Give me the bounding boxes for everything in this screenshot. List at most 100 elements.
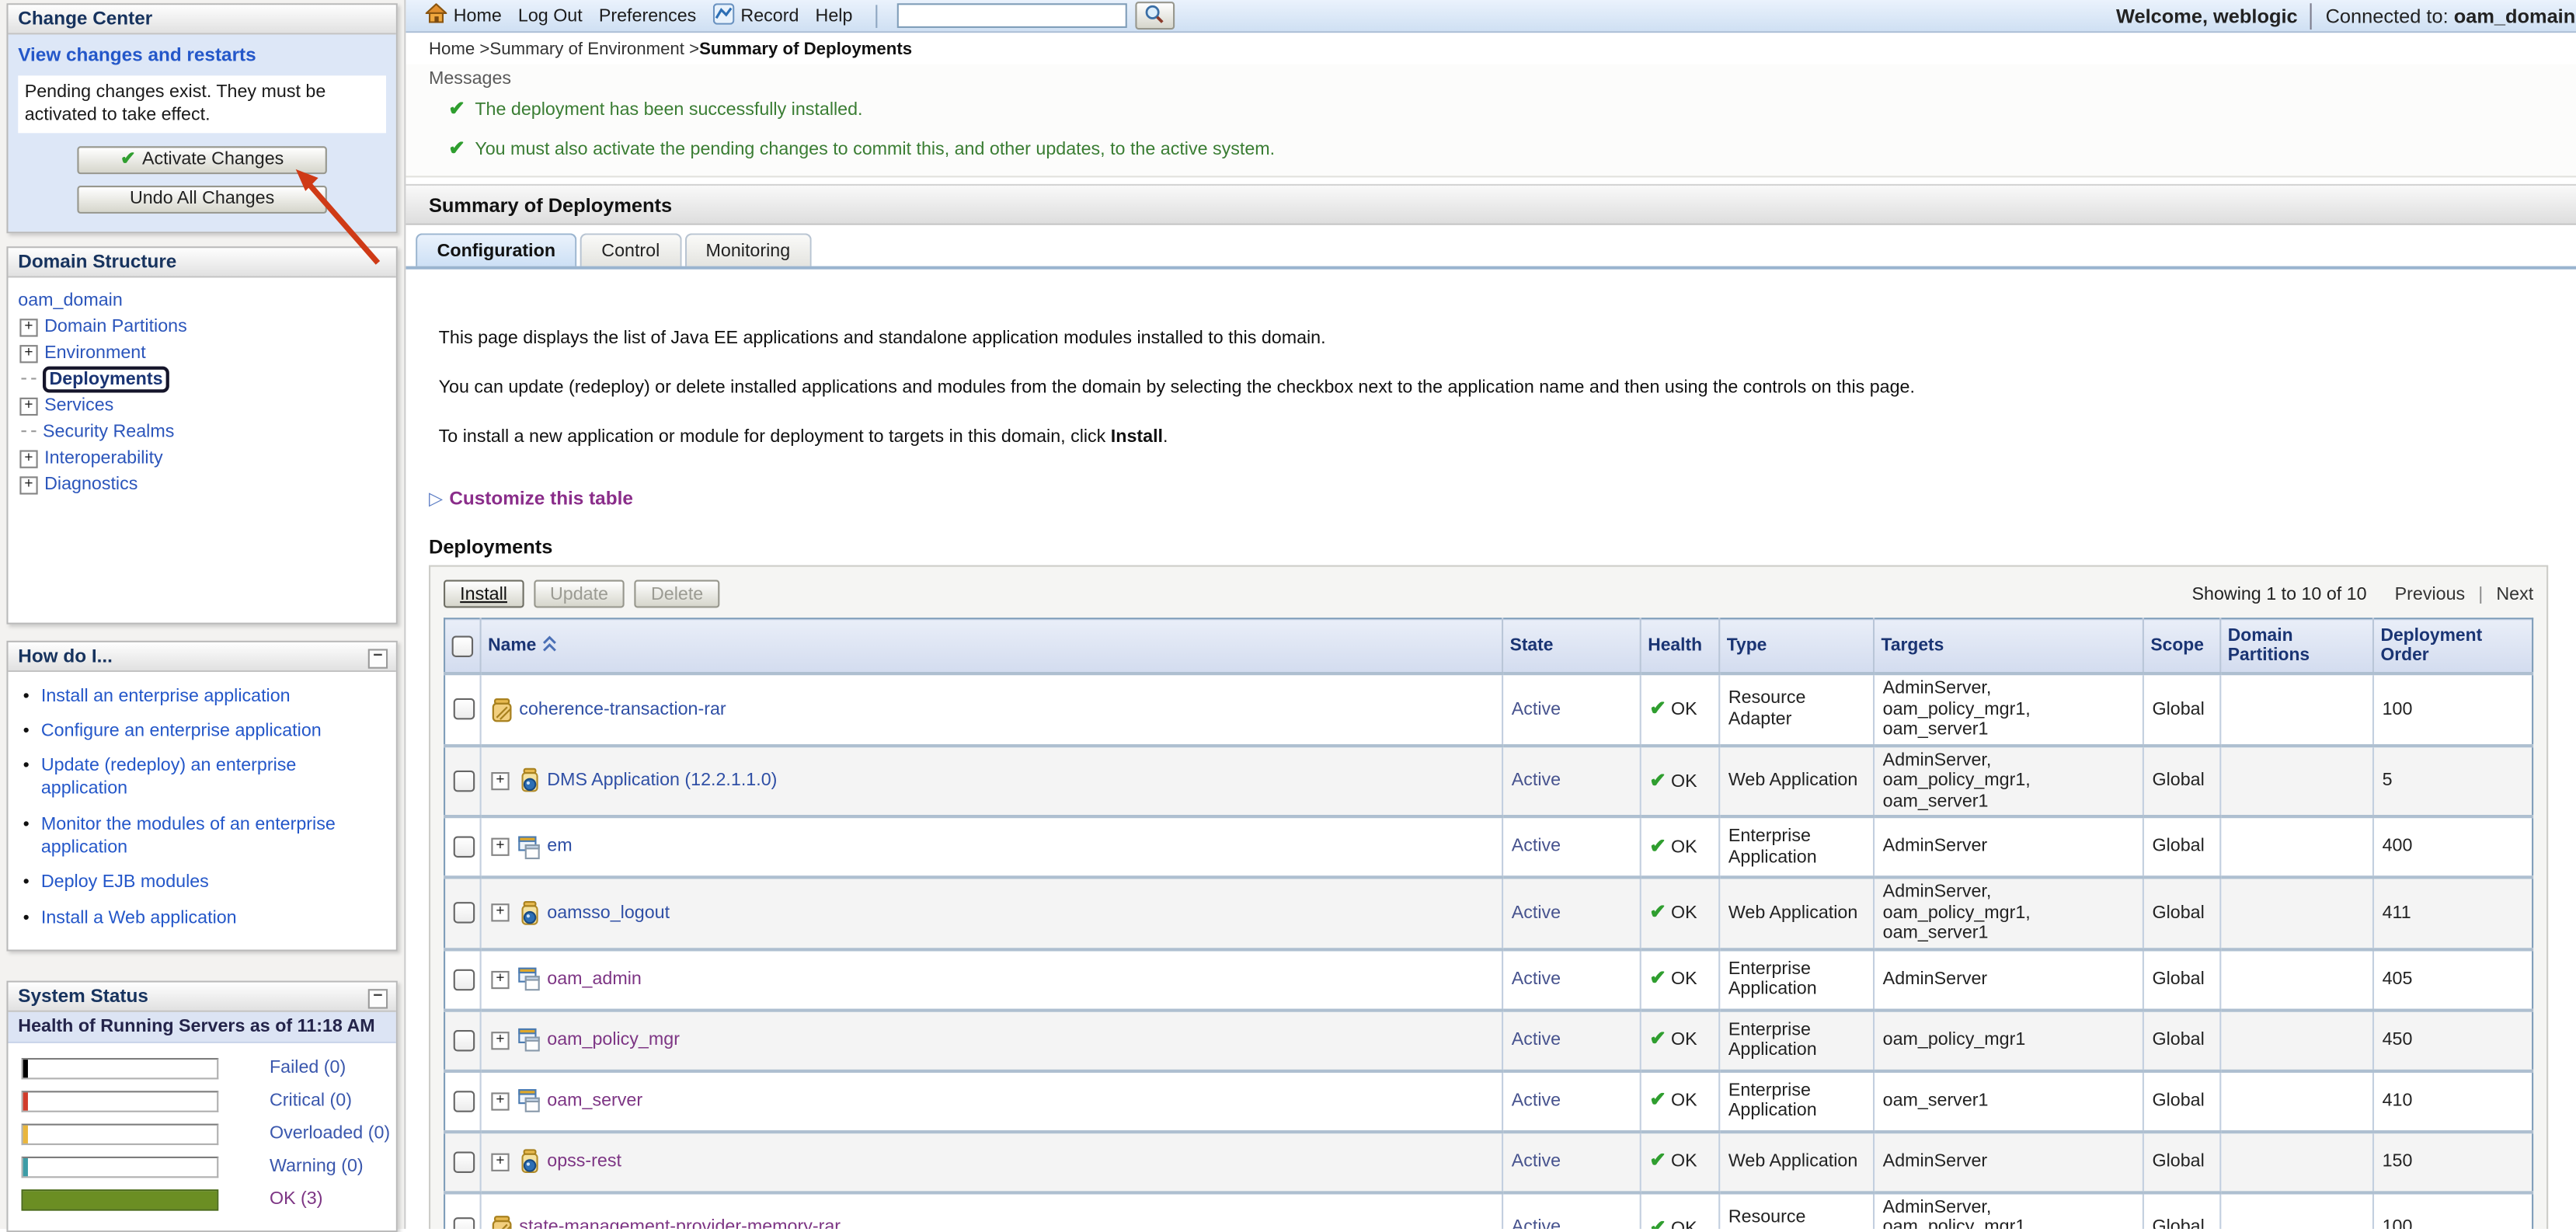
help-link[interactable]: Configure an enterprise application: [41, 721, 322, 740]
state-cell: Active: [1502, 1192, 1641, 1229]
search-button[interactable]: [1135, 2, 1175, 30]
header-scope[interactable]: Scope: [2143, 618, 2220, 673]
tree-item-deployments[interactable]: Deployments: [18, 366, 389, 392]
row-checkbox[interactable]: [454, 698, 475, 719]
deployment-link[interactable]: oamsso_logout: [547, 903, 670, 923]
deployment-link[interactable]: oam_admin: [547, 969, 642, 989]
deployment-link[interactable]: oam_server: [547, 1091, 642, 1111]
plus-box-icon[interactable]: [491, 1091, 509, 1109]
minus-box-icon[interactable]: [368, 989, 388, 1008]
delete-button[interactable]: Delete: [635, 580, 720, 608]
record-icon[interactable]: [712, 2, 733, 29]
tab-configuration[interactable]: Configuration: [416, 233, 576, 266]
home-icon[interactable]: [426, 3, 447, 28]
tab-control[interactable]: Control: [580, 233, 681, 266]
plus-box-icon[interactable]: [491, 904, 509, 922]
deployment-link[interactable]: opss-rest: [547, 1151, 621, 1171]
plus-box-icon[interactable]: [19, 344, 37, 362]
tab-monitoring[interactable]: Monitoring: [684, 233, 812, 266]
row-checkbox[interactable]: [454, 1217, 475, 1229]
deployment-link[interactable]: coherence-transaction-rar: [519, 699, 726, 719]
status-link[interactable]: Overloaded (0): [270, 1124, 390, 1143]
tree-link[interactable]: Security Realms: [43, 422, 174, 441]
row-checkbox[interactable]: [454, 969, 475, 990]
header-name[interactable]: Name: [481, 618, 1502, 673]
previous-link[interactable]: Previous: [2395, 584, 2466, 604]
list-item[interactable]: Update (redeploy) an enterprise applicat…: [41, 754, 378, 801]
help-link[interactable]: Install a Web application: [41, 908, 237, 927]
plus-box-icon[interactable]: [19, 475, 37, 493]
next-link[interactable]: Next: [2496, 584, 2533, 604]
status-link[interactable]: Critical (0): [270, 1091, 352, 1111]
row-checkbox[interactable]: [454, 903, 475, 924]
header-state[interactable]: State: [1502, 618, 1641, 673]
tree-link[interactable]: Services: [44, 395, 113, 415]
row-checkbox[interactable]: [454, 1150, 475, 1171]
undo-all-changes-button[interactable]: Undo All Changes: [77, 185, 326, 213]
sort-up-icon[interactable]: [543, 635, 558, 656]
minus-box-icon[interactable]: [368, 649, 388, 668]
plus-box-icon[interactable]: [491, 1153, 509, 1171]
tree-link[interactable]: Interoperability: [44, 448, 163, 468]
help-link[interactable]: Monitor the modules of an enterprise app…: [41, 815, 336, 858]
logout-link[interactable]: Log Out: [518, 5, 583, 25]
install-button[interactable]: Install: [444, 580, 524, 608]
list-item[interactable]: Install an enterprise application: [41, 684, 378, 708]
plus-box-icon[interactable]: [19, 450, 37, 468]
tree-item-services[interactable]: Services: [18, 392, 389, 419]
tree-item-interoperability[interactable]: Interoperability: [18, 444, 389, 471]
tree-item-root[interactable]: oam_domain: [18, 287, 389, 313]
tree-item-domain-partitions[interactable]: Domain Partitions: [18, 313, 389, 339]
tree-link-selected[interactable]: Deployments: [43, 366, 169, 392]
row-checkbox[interactable]: [454, 836, 475, 857]
select-all-checkbox[interactable]: [452, 635, 473, 656]
deployment-link[interactable]: state-management-provider-memory-rar: [519, 1217, 841, 1229]
help-link[interactable]: Deploy EJB modules: [41, 873, 209, 893]
row-checkbox[interactable]: [454, 1090, 475, 1111]
header-domain-partitions[interactable]: Domain Partitions: [2220, 618, 2373, 673]
tree-item-diagnostics[interactable]: Diagnostics: [18, 471, 389, 497]
search-input[interactable]: [897, 3, 1127, 28]
help-link[interactable]: Update (redeploy) an enterprise applicat…: [41, 756, 296, 799]
help-link[interactable]: Help: [816, 5, 853, 25]
help-link[interactable]: Install an enterprise application: [41, 686, 291, 705]
view-changes-link[interactable]: View changes and restarts: [18, 46, 386, 65]
update-button[interactable]: Update: [534, 580, 625, 608]
tree-item-environment[interactable]: Environment: [18, 339, 389, 366]
list-item[interactable]: Configure an enterprise application: [41, 719, 378, 743]
tree-link[interactable]: Domain Partitions: [44, 316, 187, 336]
activate-changes-button[interactable]: ✔Activate Changes: [77, 145, 326, 173]
deployment-link[interactable]: oam_policy_mgr: [547, 1030, 680, 1050]
tree-root-link[interactable]: oam_domain: [18, 290, 122, 309]
row-checkbox[interactable]: [454, 770, 475, 791]
home-link[interactable]: Home: [454, 5, 502, 25]
tree-item-security-realms[interactable]: Security Realms: [18, 418, 389, 444]
deployment-link[interactable]: em: [547, 837, 572, 857]
list-item[interactable]: Monitor the modules of an enterprise app…: [41, 813, 378, 859]
tree-link[interactable]: Environment: [44, 343, 146, 362]
header-health[interactable]: Health: [1641, 618, 1720, 673]
breadcrumb-home[interactable]: Home: [429, 40, 475, 59]
status-link[interactable]: Failed (0): [270, 1059, 346, 1078]
tree-link[interactable]: Diagnostics: [44, 474, 138, 493]
deployment-link[interactable]: DMS Application (12.2.1.1.0): [547, 771, 777, 791]
plus-box-icon[interactable]: [19, 397, 37, 415]
header-deployment-order[interactable]: Deployment Order: [2373, 618, 2532, 673]
plus-box-icon[interactable]: [491, 838, 509, 856]
preferences-link[interactable]: Preferences: [599, 5, 696, 25]
header-targets[interactable]: Targets: [1874, 618, 2143, 673]
status-link[interactable]: Warning (0): [270, 1157, 364, 1177]
plus-box-icon[interactable]: [491, 771, 509, 789]
header-type[interactable]: Type: [1719, 618, 1874, 673]
plus-box-icon[interactable]: [491, 970, 509, 988]
breadcrumb-environment[interactable]: Summary of Environment: [489, 40, 684, 59]
customize-table-link[interactable]: Customize this table: [449, 489, 633, 509]
row-checkbox[interactable]: [454, 1029, 475, 1050]
plus-box-icon[interactable]: [491, 1031, 509, 1049]
customize-table-row[interactable]: ▷Customize this table: [429, 488, 2557, 509]
list-item[interactable]: Install a Web application: [41, 907, 378, 930]
plus-box-icon[interactable]: [19, 318, 37, 336]
status-link[interactable]: OK (3): [270, 1190, 323, 1209]
list-item[interactable]: Deploy EJB modules: [41, 872, 378, 895]
record-link[interactable]: Record: [740, 5, 799, 25]
